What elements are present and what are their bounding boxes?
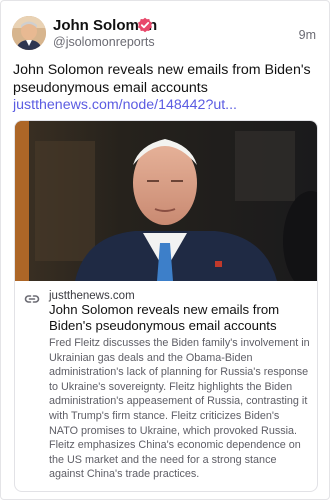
link-card-description: Fred Fleitz discusses the Biden family's…	[49, 337, 310, 481]
avatar-image	[12, 16, 46, 50]
link-chain-icon	[24, 291, 40, 307]
author-handle[interactable]: @jsolomonreports	[53, 35, 155, 49]
link-card-title[interactable]: John Solomon reveals new emails from Bid…	[49, 302, 311, 334]
post-link[interactable]: justthenews.com/node/148442?ut...	[13, 97, 237, 113]
post-timestamp[interactable]: 9m	[299, 28, 316, 42]
link-preview-card[interactable]: justthenews.com John Solomon reveals new…	[14, 120, 318, 492]
post-body-text: John Solomon reveals new emails from Bid…	[13, 62, 311, 96]
post-card[interactable]: John Solomon @jsolomonreports 9m John So…	[0, 0, 330, 500]
link-preview-image	[15, 121, 317, 281]
post-text: John Solomon reveals new emails from Bid…	[13, 62, 319, 115]
verified-badge-icon	[137, 17, 153, 33]
avatar[interactable]	[12, 16, 46, 50]
link-card-domain[interactable]: justthenews.com	[49, 290, 135, 302]
